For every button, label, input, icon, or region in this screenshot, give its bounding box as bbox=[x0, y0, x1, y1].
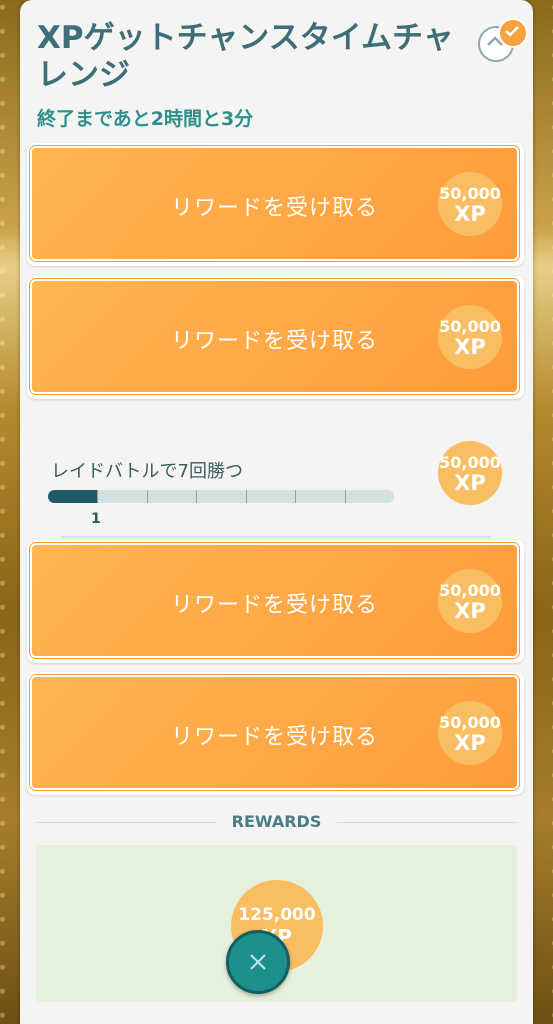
completed-badge bbox=[498, 18, 528, 48]
rewards-header: REWARDS bbox=[36, 812, 517, 834]
claim-reward-button[interactable]: リワードを受け取る 50,000 XP bbox=[30, 675, 519, 790]
claim-reward-button[interactable]: リワードを受け取る 50,000 XP bbox=[30, 146, 519, 261]
xp-reward-badge: 50,000 XP bbox=[438, 172, 502, 236]
claim-reward-button[interactable]: リワードを受け取る 50,000 XP bbox=[30, 279, 519, 394]
task-card: リワードを受け取る 50,000 XP bbox=[27, 143, 524, 266]
progress-tick bbox=[295, 490, 297, 503]
task-card: リワードを受け取る 50,000 XP bbox=[27, 672, 524, 795]
progress-tick bbox=[146, 490, 148, 503]
progress-bar bbox=[48, 490, 394, 503]
rewards-title: REWARDS bbox=[231, 812, 322, 831]
claim-reward-button[interactable]: リワードを受け取る 50,000 XP bbox=[30, 543, 519, 658]
close-button[interactable] bbox=[226, 930, 290, 994]
task-card: リワードを受け取る 50,000 XP bbox=[27, 540, 524, 663]
progress-count: 1 bbox=[91, 511, 101, 527]
raid-task: レイドバトルで7回勝つ 1 50,000 XP bbox=[27, 410, 524, 538]
progress-tick bbox=[196, 490, 198, 503]
progress-tick bbox=[245, 490, 247, 503]
task-label: レイドバトルで7回勝つ bbox=[51, 461, 243, 482]
checkmark-icon bbox=[505, 26, 519, 37]
xp-reward-badge: 50,000 XP bbox=[438, 569, 502, 633]
xp-reward-badge: 50,000 XP bbox=[438, 701, 502, 765]
progress-tick bbox=[344, 490, 346, 503]
progress-fill bbox=[48, 490, 98, 503]
progress-tick bbox=[97, 490, 99, 503]
divider bbox=[61, 536, 491, 538]
close-icon bbox=[250, 954, 266, 970]
challenge-card: XPゲットチャンスタイムチャレンジ 終了まであと2時間と3分 リワードを受け取る… bbox=[20, 0, 533, 1024]
time-remaining: 終了まであと2時間と3分 bbox=[37, 108, 254, 130]
challenge-title: XPゲットチャンスタイムチャレンジ bbox=[37, 20, 454, 93]
xp-reward-badge: 50,000 XP bbox=[438, 305, 502, 369]
task-card: リワードを受け取る 50,000 XP bbox=[27, 276, 524, 399]
xp-reward-badge: 50,000 XP bbox=[438, 441, 502, 505]
